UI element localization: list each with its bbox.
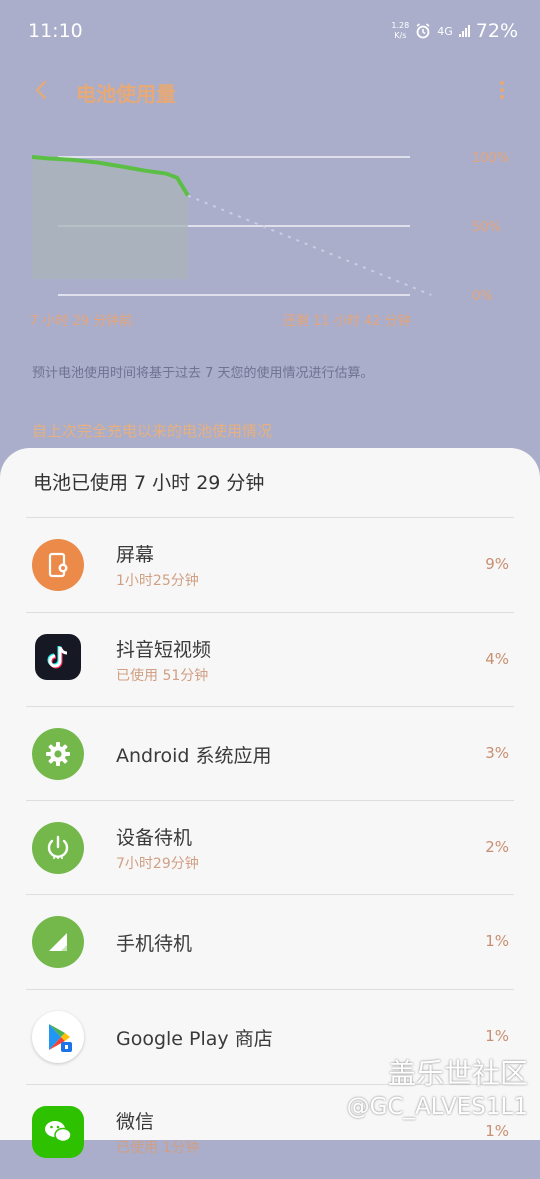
- app-name: 手机待机: [116, 933, 193, 955]
- y-tick-label: 0%: [472, 289, 493, 304]
- list-item-tiktok[interactable]: 抖音短视频 已使用 51分钟 4%: [0, 613, 540, 707]
- projection-line: [187, 194, 432, 296]
- tiktok-icon: [35, 634, 81, 680]
- app-name: 抖音短视频: [116, 639, 212, 661]
- alarm-icon: [416, 23, 430, 39]
- back-arrow-icon[interactable]: [30, 78, 54, 102]
- app-percent: 2%: [485, 838, 509, 856]
- android-gear-icon: [32, 728, 84, 780]
- power-standby-icon: [32, 822, 84, 874]
- app-percent: 9%: [485, 555, 509, 573]
- status-bar: 11:10 1.28 K/s 4G 72%: [0, 0, 540, 62]
- list-item-cell-standby[interactable]: 手机待机 1%: [0, 895, 540, 989]
- app-percent: 1%: [485, 932, 509, 950]
- watermark-handle: @GC_ALVES1L1: [346, 1094, 528, 1120]
- battery-chart-svg: 100% 50% 0%: [31, 151, 509, 304]
- app-usage-time: 已使用 1分钟: [116, 1140, 200, 1156]
- app-name: Google Play 商店: [116, 1028, 273, 1050]
- list-item-device-standby[interactable]: 设备待机 7小时29分钟 2%: [0, 801, 540, 895]
- signal-icon: [458, 25, 470, 37]
- app-percent: 3%: [485, 744, 509, 762]
- app-name: Android 系统应用: [116, 745, 272, 767]
- battery-percent: 72%: [475, 20, 518, 42]
- section-title: 自上次完全充电以来的电池使用情况: [32, 422, 273, 440]
- chart-start-label: 7 小时 29 分钟前: [30, 314, 133, 329]
- app-usage-time: 7小时29分钟: [116, 856, 199, 872]
- list-item-android-system[interactable]: Android 系统应用 3%: [0, 707, 540, 801]
- screen-settings-icon: [32, 539, 84, 591]
- watermark-title: 盖乐世社区: [387, 1057, 528, 1090]
- network-speed-value: 1.28: [391, 21, 410, 30]
- chart-end-label: 还剩 11 小时 42 分钟: [283, 314, 411, 329]
- y-tick-label: 100%: [472, 151, 509, 166]
- list-item-screen[interactable]: 屏幕 1小时25分钟 9%: [0, 518, 540, 612]
- app-percent: 4%: [485, 650, 509, 668]
- cell-signal-icon: [32, 916, 84, 968]
- app-percent: 1%: [485, 1027, 509, 1045]
- app-bar: 电池使用量: [0, 62, 540, 118]
- network-speed: 1.28 K/s: [391, 21, 409, 41]
- more-vert-icon[interactable]: [498, 78, 506, 104]
- app-name: 屏幕: [116, 544, 155, 566]
- status-icons: 1.28 K/s 4G 72%: [391, 20, 518, 42]
- battery-chart: 100% 50% 0% 7 小时 29 分钟前 还剩 11 小时 42 分钟: [0, 130, 540, 340]
- page-title: 电池使用量: [76, 82, 176, 106]
- usage-summary: 电池已使用 7 小时 29 分钟: [33, 472, 265, 494]
- app-name: 微信: [116, 1111, 155, 1133]
- network-speed-unit: K/s: [394, 31, 407, 40]
- app-percent: 1%: [485, 1122, 509, 1140]
- app-usage-time: 1小时25分钟: [116, 573, 199, 589]
- app-name: 设备待机: [116, 827, 193, 849]
- estimate-note: 预计电池使用时间将基于过去 7 天您的使用情况进行估算。: [32, 366, 374, 381]
- status-time: 11:10: [28, 20, 83, 42]
- usage-sheet: 电池已使用 7 小时 29 分钟 屏幕 1小时25分钟 9% 抖音短视频 已使用…: [0, 448, 540, 1158]
- wechat-icon: [32, 1106, 84, 1158]
- app-usage-time: 已使用 51分钟: [116, 668, 209, 684]
- y-tick-label: 50%: [472, 220, 501, 235]
- google-play-icon: [32, 1011, 84, 1063]
- network-type-label: 4G: [437, 24, 453, 38]
